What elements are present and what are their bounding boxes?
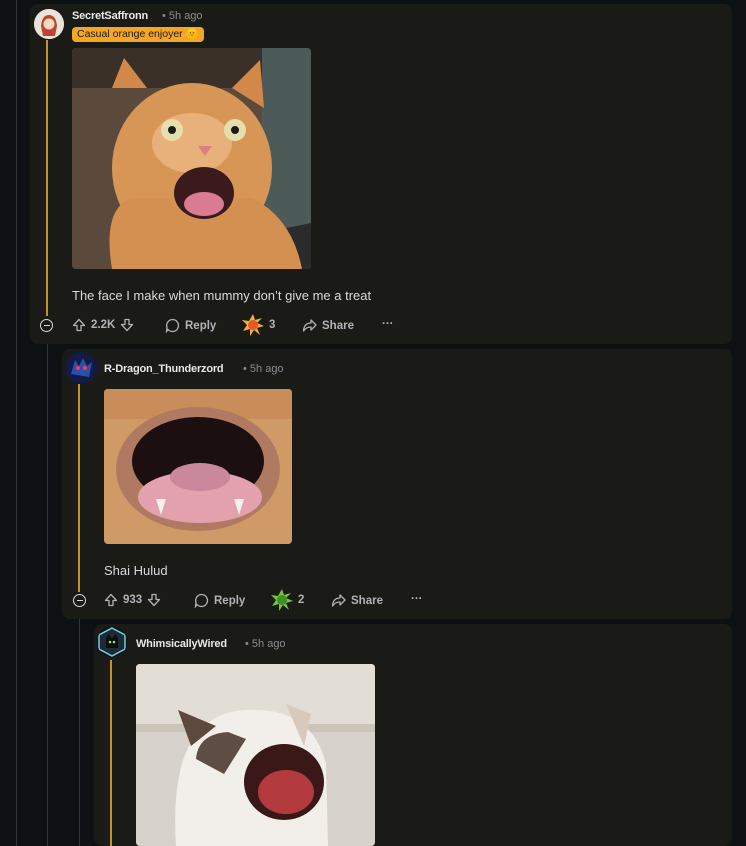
comment-thread-line[interactable] [46, 40, 48, 316]
arrow-down-icon[interactable] [147, 593, 161, 607]
comment-image[interactable] [104, 389, 292, 544]
comment-thread-line[interactable] [78, 384, 80, 592]
speech-bubble-icon [165, 318, 180, 333]
vote-count: 933 [123, 594, 143, 606]
avatar[interactable] [34, 9, 64, 39]
avatar[interactable] [97, 627, 127, 657]
user-flair: Casual orange enjoyer 🌞 [72, 27, 204, 42]
comment-timestamp: • 5h ago [243, 363, 284, 375]
collapse-button[interactable] [40, 319, 53, 332]
reply-label: Reply [185, 319, 217, 332]
more-options-button[interactable]: ··· [411, 593, 423, 605]
vote-count: 2.2K [91, 319, 116, 331]
thread-line-level-2 [79, 616, 80, 846]
comment-thread-line[interactable] [110, 660, 112, 846]
award-count: 2 [298, 594, 305, 606]
arrow-down-icon[interactable] [120, 318, 134, 332]
arrow-up-icon[interactable] [104, 593, 118, 607]
vote-group: 933 [104, 593, 161, 607]
more-options-button[interactable]: ··· [382, 318, 394, 330]
arrow-up-icon[interactable] [72, 318, 86, 332]
reply-label: Reply [214, 594, 246, 607]
comment-body: The face I make when mummy don’t give me… [72, 288, 372, 303]
comment-timestamp: • 5h ago [245, 638, 286, 650]
speech-bubble-icon [194, 593, 209, 608]
comment-image[interactable] [136, 664, 375, 846]
reply-button[interactable]: Reply [194, 593, 245, 608]
thread-line-outer [16, 0, 17, 846]
share-button[interactable]: Share [331, 593, 383, 608]
comment-author[interactable]: WhimsicallyWired [136, 638, 227, 650]
award-icon [242, 314, 264, 336]
comment-author[interactable]: R-Dragon_Thunderzord [104, 363, 224, 375]
avatar[interactable] [65, 352, 97, 384]
share-button[interactable]: Share [302, 318, 354, 333]
share-arrow-icon [331, 593, 346, 608]
award-count: 3 [269, 319, 276, 331]
award-icon [271, 589, 293, 611]
collapse-button[interactable] [73, 594, 86, 607]
share-arrow-icon [302, 318, 317, 333]
comment-image[interactable] [72, 48, 311, 269]
share-label: Share [351, 594, 383, 607]
comment-body: Shai Hulud [104, 563, 168, 578]
share-label: Share [322, 319, 354, 332]
award-button[interactable]: 3 [242, 314, 275, 336]
comment-author[interactable]: SecretSaffronn [72, 10, 148, 22]
vote-group: 2.2K [72, 318, 134, 332]
comment-timestamp: • 5h ago [162, 10, 203, 22]
reply-button[interactable]: Reply [165, 318, 216, 333]
thread-line-level-1 [47, 340, 48, 846]
award-button[interactable]: 2 [271, 589, 304, 611]
